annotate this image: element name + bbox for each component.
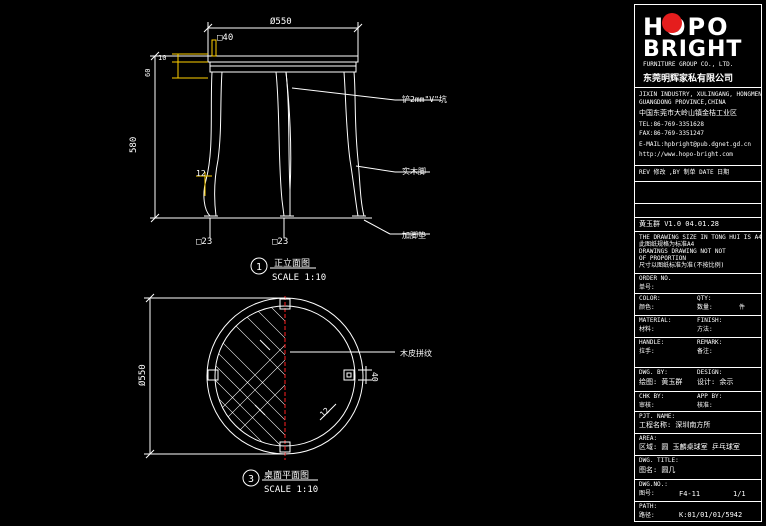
finish-cn: 方法: — [697, 326, 713, 333]
view-title-front: 正立面图 — [274, 257, 310, 269]
page-number: 1/1 — [733, 490, 746, 498]
title-block: HOPO BRIGHT FURNITURE GROUP CO., LTD. 东莞… — [634, 4, 762, 522]
project-name: 工程名称: 深圳南方所 — [639, 421, 711, 429]
area-name: 区域: 圆 玉麟桌球室 乒乓球室 — [639, 443, 740, 451]
email: E-MAIL:hpbright@pub.dgnet.gd.cn — [639, 141, 751, 148]
path-cn: 路径: — [639, 512, 655, 519]
note-4: OF PROPORTION — [639, 255, 686, 262]
revision-header: REV 修改 ,BY 制单 DATE 日期 — [639, 169, 730, 176]
note-5: 尺寸以图纸标准为准(不按比例) — [639, 262, 725, 269]
view-number-front: 1 — [256, 262, 262, 273]
remark-cn: 备注: — [697, 348, 713, 355]
path-label: PATH: — [639, 503, 658, 510]
view-number-plan: 3 — [248, 474, 254, 485]
tel: TEL:86-769-3351628 — [639, 121, 705, 128]
note-1: THE DRAWING SIZE IN TONG HUI IS A4 — [639, 234, 762, 241]
checked-by-label: CHK BY: — [639, 393, 665, 400]
address-cn: 中国东莞市大岭山镇金桔工业区 — [639, 109, 737, 117]
view-scale-front: SCALE 1:10 — [272, 273, 326, 283]
design-label: DESIGN: — [697, 369, 723, 376]
path-value: K:01/01/01/5942 — [679, 511, 743, 519]
dim-leg-bottom-middle: □23 — [272, 237, 288, 247]
qty-cn: 数量: — [697, 304, 713, 311]
fax: FAX:86-769-3351247 — [639, 130, 705, 137]
dim-plan-diameter: Ø550 — [137, 364, 148, 386]
finish-label: FINISH: — [697, 317, 723, 324]
logo-bright: BRIGHT — [643, 37, 743, 62]
view-scale-plan: SCALE 1:10 — [264, 485, 318, 495]
order-cn: 单号: — [639, 284, 655, 291]
view-title-plan: 桌面平面图 — [264, 469, 309, 481]
drawing-title: 图名: 圆几 — [639, 466, 676, 474]
dim-top-thickness-2: 60 — [144, 69, 152, 77]
dim-plan-leg-size: 40 — [370, 372, 379, 382]
note-3: DRAWINGS DRAWING NOT NOT — [639, 248, 726, 255]
checked-by-cn: 审核: — [639, 402, 655, 409]
dim-leg-top: □40 — [217, 33, 233, 43]
order-label: ORDER NO. — [639, 275, 672, 282]
drawing-no-label: DWG.NO.: — [639, 481, 668, 488]
callout-wood-leg: 实木脚 — [402, 166, 426, 176]
qty-label: QTY: — [697, 295, 712, 302]
address-line-2: GUANGDONG PROVINCE,CHINA — [639, 99, 726, 106]
color-cn: 颜色: — [639, 304, 655, 311]
drawing-no-cn: 图号: — [639, 490, 655, 497]
handle-label: HANDLE: — [639, 339, 665, 346]
callout-groove: 铲2mm"V"坑 — [402, 94, 447, 104]
dim-overall-width: Ø550 — [270, 16, 292, 27]
color-label: COLOR: — [639, 295, 661, 302]
approved-by-label: APP BY: — [697, 393, 723, 400]
logo-company-en: FURNITURE GROUP CO., LTD. — [643, 61, 734, 68]
website: http://www.hopo-bright.com — [639, 151, 733, 158]
dim-leg-bottom-left: □23 — [196, 237, 212, 247]
drawing-no-value: F4-11 — [679, 490, 701, 498]
approved-by-cn: 核准: — [697, 402, 713, 409]
revision-row: 黄玉群 V1.0 04.01.28 — [639, 220, 720, 228]
dim-leg-gap: 12 — [196, 169, 206, 178]
qty-unit: 件 — [739, 304, 746, 311]
handle-cn: 拉手: — [639, 348, 655, 355]
material-label: MATERIAL: — [639, 317, 672, 324]
dim-top-thickness-1: 10 — [158, 54, 166, 62]
dim-height: 580 — [129, 137, 139, 153]
logo-red-dot — [662, 13, 682, 33]
callout-veneer: 木皮拼纹 — [400, 348, 432, 358]
note-2: 此图纸规格为标准A4 — [639, 241, 695, 248]
area-label: AREA: — [639, 435, 658, 442]
material-cn: 材料: — [639, 326, 655, 333]
address-line-1: JIXIN INDUSTRY, XULINGANG, HONGMEN — [639, 91, 762, 98]
project-label: PJT. NAME: — [639, 413, 676, 420]
design-cn: 设计: 余示 — [697, 378, 734, 386]
drawn-by-cn: 绘图: 黄玉群 — [639, 378, 683, 386]
logo-company-cn: 东莞明辉家私有限公司 — [643, 74, 734, 84]
drawing-title-label: DWG. TITLE: — [639, 457, 679, 464]
callout-foot-pad: 加脚垫 — [402, 230, 426, 240]
remark-label: REMARK: — [697, 339, 723, 346]
drawn-by-label: DWG. BY: — [639, 369, 668, 376]
